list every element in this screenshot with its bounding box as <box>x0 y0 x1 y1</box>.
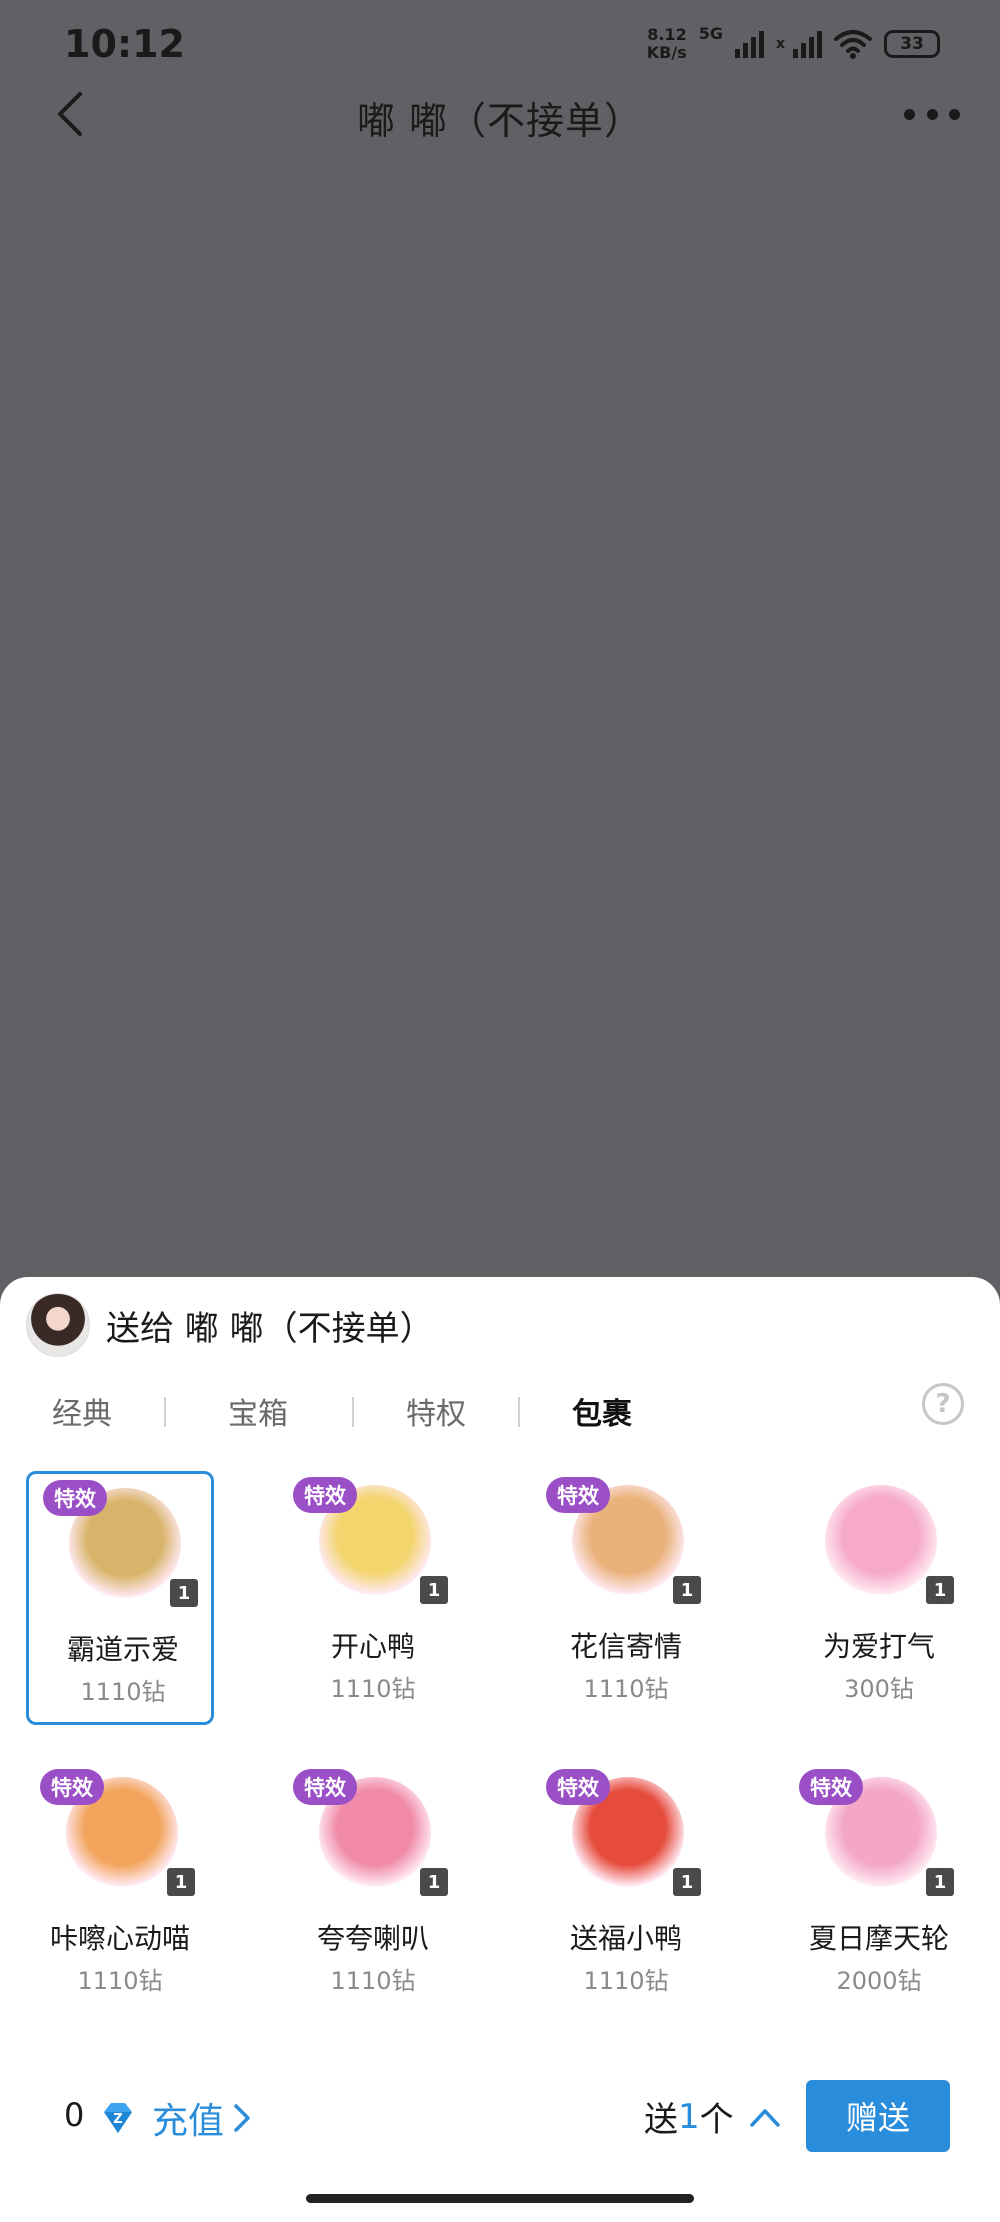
network-type: 5G <box>698 24 723 43</box>
gift-card[interactable]: 1 为爱打气 300钻 <box>785 1471 973 1725</box>
send-gift-button[interactable]: 赠送 <box>806 2080 950 2152</box>
send-count-value: 1 <box>678 2096 700 2137</box>
gift-footer: 0 Z 充值 送 1 个 赠送 <box>0 2080 1000 2160</box>
chevron-right-icon <box>234 2104 250 2132</box>
gift-card[interactable]: 特效 1 送福小鸭 1110钻 <box>532 1763 720 2017</box>
signal-2-icon <box>793 30 822 58</box>
no-signal-mark-icon: x <box>775 36 785 52</box>
gift-count-badge: 1 <box>673 1576 701 1604</box>
battery-icon: 33 <box>884 30 940 58</box>
gift-count-badge: 1 <box>926 1868 954 1896</box>
recipient-row: 送给 嘟 嘟（不接单） <box>26 1293 434 1357</box>
tab-divider <box>352 1397 354 1427</box>
gift-card[interactable]: 特效 1 霸道示爱 1110钻 <box>26 1471 214 1725</box>
gift-count-badge: 1 <box>167 1868 195 1896</box>
page-title: 嘟 嘟（不接单） <box>356 99 644 143</box>
gift-price: 2000钻 <box>836 1967 922 1995</box>
effect-badge: 特效 <box>293 1477 357 1513</box>
more-dots-icon[interactable] <box>904 102 960 126</box>
gift-name: 花信寄情 <box>569 1630 682 1663</box>
gift-name: 霸道示爱 <box>66 1633 179 1666</box>
net-speed-unit: KB/s <box>646 43 687 62</box>
gift-price: 1110钻 <box>330 1967 416 1995</box>
svg-text:Z: Z <box>113 2112 122 2127</box>
gift-count-badge: 1 <box>926 1576 954 1604</box>
net-speed-value: 8.12 <box>647 25 687 44</box>
avatar[interactable] <box>26 1293 90 1357</box>
gift-card[interactable]: 特效 1 咔嚓心动喵 1110钻 <box>26 1763 214 2017</box>
effect-badge: 特效 <box>546 1769 610 1805</box>
gift-price: 1110钻 <box>77 1967 163 1995</box>
gift-name: 夸夸喇叭 <box>316 1922 429 1955</box>
wifi-icon <box>834 30 872 59</box>
battery-level: 33 <box>900 34 924 54</box>
recharge-label: 充值 <box>152 2101 225 2142</box>
gift-tabs: 经典 宝箱 特权 包裹 ? <box>0 1381 1000 1443</box>
tab-divider <box>518 1397 520 1427</box>
gift-name: 咔嚓心动喵 <box>49 1922 190 1955</box>
help-icon[interactable]: ? <box>922 1383 964 1425</box>
gift-count-badge: 1 <box>420 1576 448 1604</box>
send-prefix: 送 <box>644 2100 678 2140</box>
net-speed: 8.12 KB/s <box>647 26 687 62</box>
effect-badge: 特效 <box>546 1477 610 1513</box>
gift-count-badge: 1 <box>420 1868 448 1896</box>
gift-name: 开心鸭 <box>330 1630 415 1663</box>
recharge-button[interactable]: 充值 <box>152 2092 252 2144</box>
effect-badge: 特效 <box>43 1480 107 1516</box>
gift-price: 1110钻 <box>583 1967 669 1995</box>
home-indicator[interactable] <box>306 2194 694 2203</box>
gift-count-badge: 1 <box>673 1868 701 1896</box>
tab-backpack[interactable]: 包裹 <box>572 1389 632 1433</box>
gift-name: 送福小鸭 <box>569 1922 682 1955</box>
gift-card[interactable]: 特效 1 夸夸喇叭 1110钻 <box>279 1763 467 2017</box>
gift-card[interactable]: 特效 1 花信寄情 1110钻 <box>532 1471 720 1725</box>
gift-price: 1110钻 <box>80 1678 166 1706</box>
gift-name: 为爱打气 <box>822 1630 935 1663</box>
status-time: 10:12 <box>64 22 185 66</box>
gift-panel: 送给 嘟 嘟（不接单） 经典 宝箱 特权 包裹 ? 特效 1 霸道示爱 1110… <box>0 1277 1000 2222</box>
tab-classic[interactable]: 经典 <box>52 1389 112 1433</box>
tab-divider <box>164 1397 166 1427</box>
gift-price: 1110钻 <box>583 1675 669 1703</box>
recipient-label: 送给 嘟 嘟（不接单） <box>106 1308 434 1349</box>
gift-card[interactable]: 特效 1 开心鸭 1110钻 <box>279 1471 467 1725</box>
effect-badge: 特效 <box>799 1769 863 1805</box>
gift-name: 夏日摩天轮 <box>808 1922 949 1955</box>
chevron-up-icon <box>749 2108 780 2127</box>
effect-badge: 特效 <box>293 1769 357 1805</box>
gift-image <box>825 1485 937 1597</box>
send-suffix: 个 <box>699 2100 734 2140</box>
gift-price: 300钻 <box>844 1675 914 1703</box>
signal-icon <box>734 30 764 58</box>
effect-badge: 特效 <box>40 1769 104 1805</box>
title-bar: 嘟 嘟（不接单） <box>0 80 1000 152</box>
gift-count-badge: 1 <box>170 1579 198 1607</box>
status-icons: 8.12 KB/s 5G x 33 <box>647 22 940 66</box>
send-count-selector[interactable]: 送 1 个 <box>644 2092 782 2141</box>
tab-treasure[interactable]: 宝箱 <box>228 1389 288 1433</box>
gift-card[interactable]: 特效 1 夏日摩天轮 2000钻 <box>785 1763 973 2017</box>
status-bar: 10:12 8.12 KB/s 5G x 33 <box>0 0 1000 90</box>
diamond-balance: 0 <box>64 2096 85 2134</box>
gift-price: 1110钻 <box>330 1675 416 1703</box>
diamond-icon: Z <box>104 2103 132 2133</box>
tab-privilege[interactable]: 特权 <box>406 1389 466 1433</box>
